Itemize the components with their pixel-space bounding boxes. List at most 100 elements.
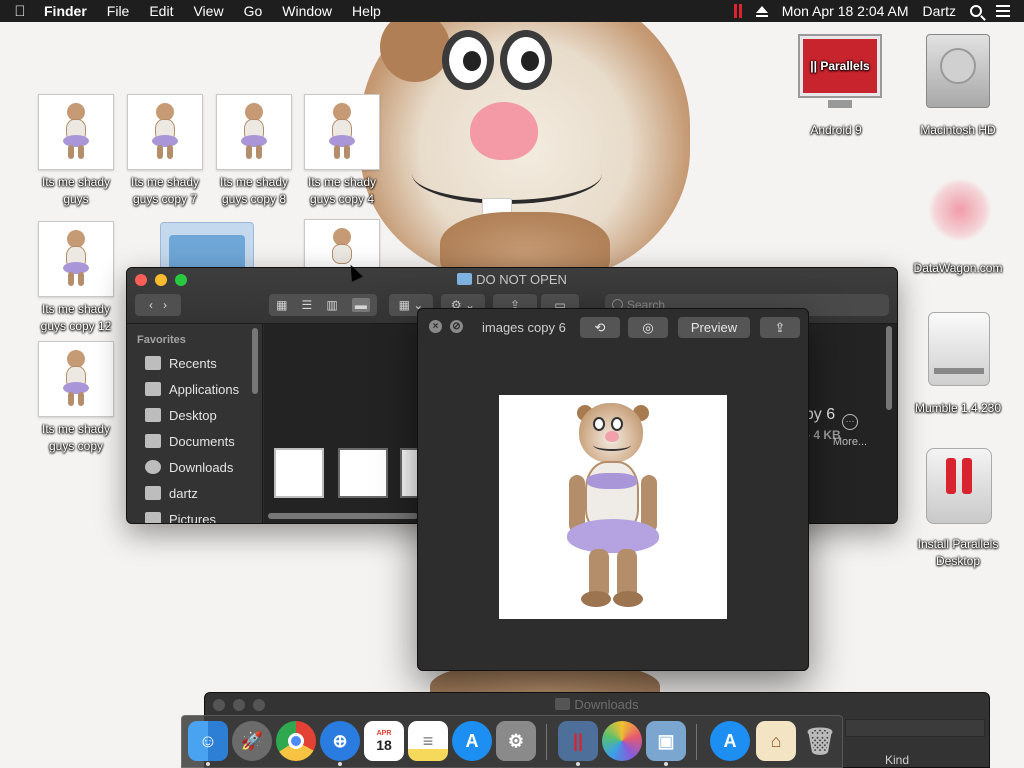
menubar-clock[interactable]: Mon Apr 18 2:04 AM (782, 3, 909, 19)
sidebar-item-pictures[interactable]: Pictures (127, 506, 262, 523)
desktop-icon (145, 408, 161, 422)
finder-dock-icon[interactable]: ☺ (188, 721, 228, 761)
desktop-file-label: Its me shady guys (41, 175, 111, 206)
back-forward-buttons[interactable]: ‹ › (135, 294, 181, 316)
desktop-icon-macintosh-hd[interactable]: Macintosh HD (912, 34, 1004, 139)
more-button[interactable]: ··· More... (830, 414, 870, 448)
notification-center-icon[interactable] (996, 5, 1010, 17)
desktop-icon-mumble[interactable]: Mumble 1.4.230 (912, 312, 1004, 417)
spotlight-search-icon[interactable] (970, 5, 982, 17)
home-icon (145, 486, 161, 500)
desktop-file-icon[interactable] (296, 219, 388, 273)
preview-image (499, 395, 727, 619)
icon-view-icon[interactable]: ▦ (276, 298, 287, 312)
gallery-view-icon[interactable]: ▬ (351, 298, 370, 312)
safari-dock-icon[interactable]: ⊕ (320, 721, 360, 761)
desktop-file-label: Its me shady guys copy 7 (130, 175, 200, 206)
open-with-preview-button[interactable]: Preview (678, 317, 750, 338)
notes-dock-icon[interactable]: ≡ (408, 721, 448, 761)
menubar-user[interactable]: Dartz (923, 3, 956, 19)
folder-icon (457, 273, 473, 285)
dock: ☺ 🚀 ⊕ APR 18 ≡ A ⚙ || ▣ A ⌂ 🗑 (181, 715, 843, 768)
calendar-dock-icon[interactable]: APR 18 (364, 721, 404, 761)
menu-help[interactable]: Help (342, 3, 391, 19)
desktop-file-icon[interactable]: Its me shady guys (30, 94, 122, 208)
menu-edit[interactable]: Edit (139, 3, 183, 19)
image-thumbnail-icon (38, 341, 114, 417)
desktop-icon-datawagon[interactable]: DataWagon.com (912, 172, 1004, 277)
column-view-icon[interactable]: ▥ (326, 298, 337, 312)
desktop-file-icon[interactable]: Its me shady guys copy (30, 341, 122, 455)
sidebar-item-downloads[interactable]: Downloads (127, 454, 262, 480)
menu-view[interactable]: View (183, 3, 233, 19)
desktop-icon-label: Android 9 (810, 123, 862, 137)
menu-window[interactable]: Window (272, 3, 342, 19)
photos-dock-icon[interactable] (602, 721, 642, 761)
system-preferences-dock-icon[interactable]: ⚙ (496, 721, 536, 761)
desktop-file-icon[interactable]: Its me shady guys copy 4 (296, 94, 388, 208)
gallery-thumbnail[interactable] (338, 448, 388, 498)
horizontal-scrollbar[interactable] (268, 513, 418, 519)
desktop-file-icon[interactable]: Its me shady guys copy 12 (30, 221, 122, 335)
sidebar-scrollbar[interactable] (252, 328, 258, 394)
desktop-icon-install-parallels[interactable]: Install Parallels Desktop (912, 448, 1004, 570)
trash-dock-icon[interactable]: 🗑 (800, 721, 840, 761)
quick-look-window: × ⊘ images copy 6 ⟲ ◎ Preview ⇪ (417, 308, 809, 671)
markup-button[interactable]: ◎ (628, 317, 668, 338)
vertical-scrollbar[interactable] (886, 326, 892, 410)
eject-icon[interactable] (755, 5, 768, 17)
sidebar-item-documents[interactable]: Documents (127, 428, 262, 454)
downloads-search-field[interactable] (845, 719, 985, 737)
image-thumbnail-icon (304, 94, 380, 170)
folder-icon (555, 698, 571, 710)
desktop-file-label: Its me shady guys copy 12 (40, 302, 112, 333)
desktop-icon-android[interactable]: || Parallels Android 9 (790, 34, 882, 139)
rotate-button[interactable]: ⟲ (580, 317, 620, 338)
finder-sidebar: Favorites Recents Applications Desktop D… (127, 324, 263, 523)
downloads-stack-dock-icon[interactable]: ⌂ (756, 721, 796, 761)
list-view-icon[interactable]: ☰ (302, 298, 313, 312)
forward-chevron-icon[interactable]: › (163, 298, 167, 312)
apple-menu-icon[interactable]:  (0, 3, 40, 20)
dock-separator (696, 724, 697, 760)
image-thumbnail-icon (38, 94, 114, 170)
pink-scatter-icon (916, 172, 1000, 256)
document-icon (145, 434, 161, 448)
desktop-file-icon[interactable]: Its me shady guys copy 7 (119, 94, 211, 208)
disk-image-icon (916, 312, 1000, 396)
parallels-badge: || Parallels (803, 39, 877, 93)
app-store-dock-icon[interactable]: A (452, 721, 492, 761)
close-icon[interactable]: × (429, 320, 442, 333)
image-thumbnail-icon (38, 221, 114, 297)
rotate-icon: ⟲ (594, 319, 606, 335)
parallels-status-icon[interactable] (733, 4, 742, 18)
sidebar-item-recents[interactable]: Recents (127, 350, 262, 376)
back-chevron-icon[interactable]: ‹ (149, 298, 153, 312)
sidebar-item-home[interactable]: dartz (127, 480, 262, 506)
wallpaper-mascot-mouth (412, 144, 602, 204)
view-mode-group: ▦ ☰ ▥ ▬ (269, 294, 377, 316)
share-icon: ⇪ (774, 319, 786, 335)
parallels-desktop-dock-icon[interactable]: || (558, 721, 598, 761)
hard-drive-icon (916, 34, 1000, 118)
preview-dock-icon[interactable]: ▣ (646, 721, 686, 761)
menu-app-name[interactable]: Finder (40, 3, 97, 19)
desktop-file-label: Its me shady guys copy 4 (307, 175, 377, 206)
fullscreen-icon[interactable]: ⊘ (450, 320, 463, 333)
chrome-dock-icon[interactable] (276, 721, 316, 761)
sidebar-item-applications[interactable]: Applications (127, 376, 262, 402)
menu-go[interactable]: Go (234, 3, 273, 19)
launchpad-dock-icon[interactable]: 🚀 (232, 721, 272, 761)
kind-column-header[interactable]: Kind (885, 753, 909, 767)
app-store-download-dock-icon[interactable]: A (710, 721, 750, 761)
clock-icon (145, 356, 161, 370)
desktop-file-icon[interactable]: Its me shady guys copy 8 (208, 94, 300, 208)
share-button[interactable]: ⇪ (760, 317, 800, 338)
sidebar-item-desktop[interactable]: Desktop (127, 402, 262, 428)
window-title: Downloads (205, 697, 989, 712)
window-title: DO NOT OPEN (127, 272, 897, 287)
gallery-thumbnail[interactable] (274, 448, 324, 498)
desktop-icon-label: Mumble 1.4.230 (914, 401, 1002, 415)
wallpaper-mascot-eye (442, 30, 494, 90)
menu-file[interactable]: File (97, 3, 140, 19)
